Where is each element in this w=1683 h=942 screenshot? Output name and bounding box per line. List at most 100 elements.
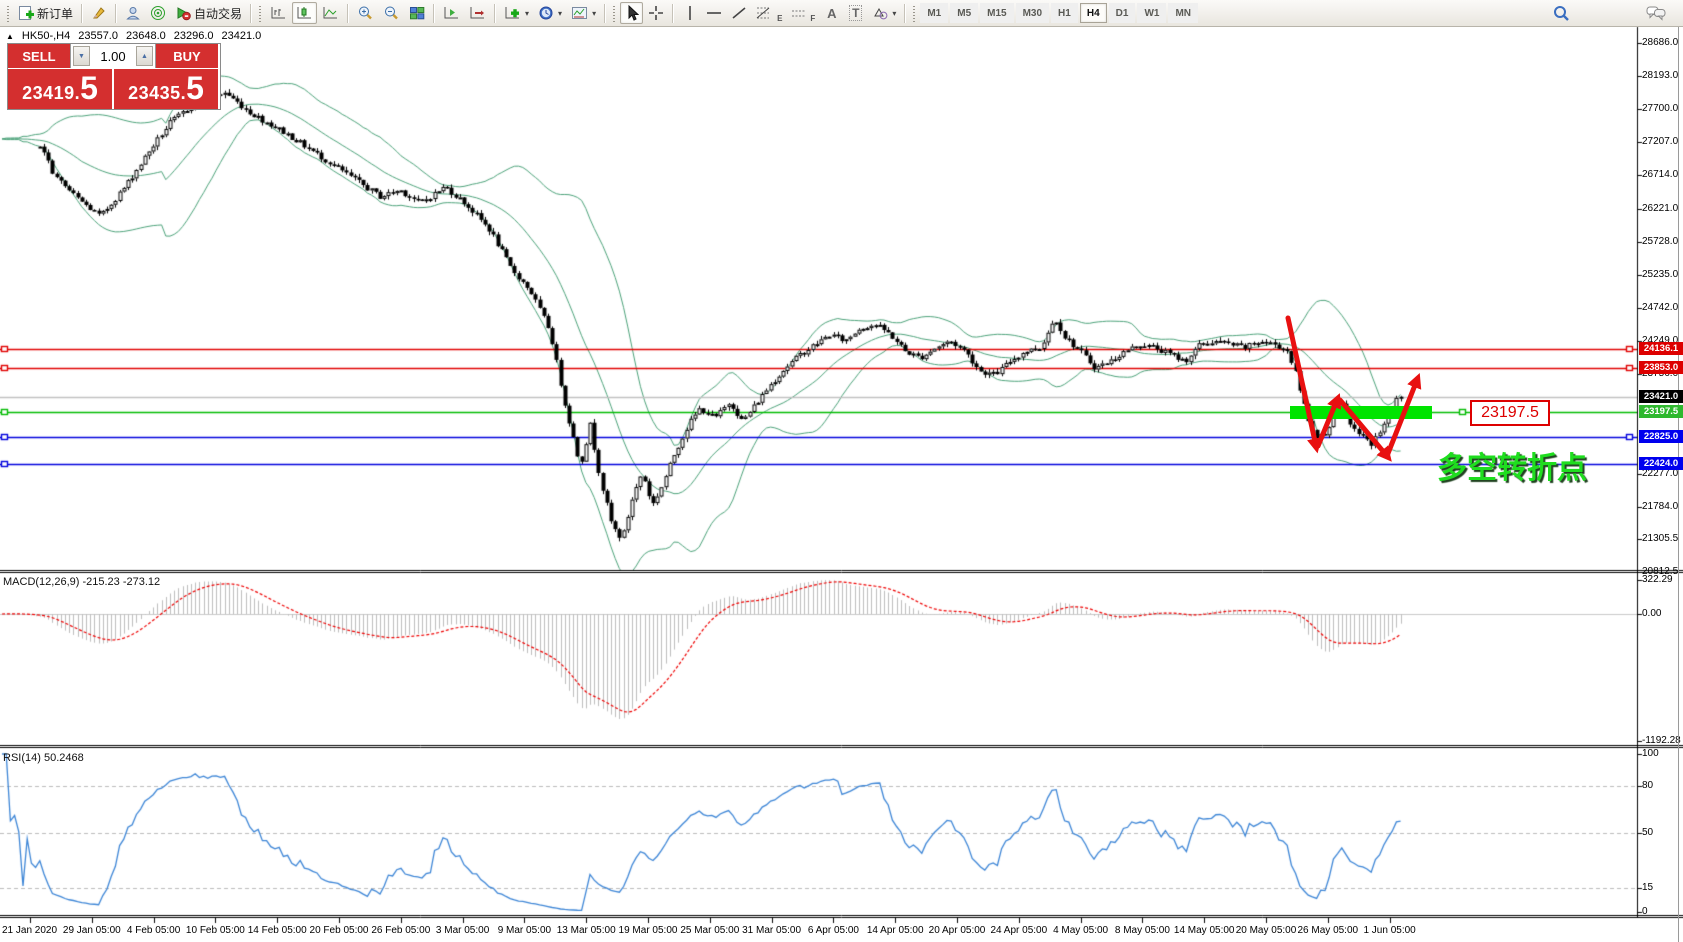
time-label: 26 May 05:00 (1297, 925, 1358, 936)
bar-high: 23648.0 (126, 30, 166, 42)
time-label: 24 Apr 05:00 (990, 925, 1047, 936)
timeframe-h4[interactable]: H4 (1080, 3, 1107, 23)
expert-advisor-icon (125, 5, 141, 21)
timeframe-m5[interactable]: M5 (950, 3, 978, 23)
search-button[interactable] (1548, 2, 1574, 24)
turning-point-note[interactable]: 多空转折点 (1437, 443, 1587, 487)
zigzag-arrows[interactable] (1270, 300, 1440, 485)
zoom-out-icon (383, 5, 400, 21)
text-tool[interactable]: A (820, 2, 843, 24)
bar-chart-button[interactable] (266, 2, 291, 24)
shapes-tool[interactable]: ▾ (868, 2, 900, 24)
periods-button[interactable]: ▾ (534, 2, 566, 24)
time-label: 14 Feb 05:00 (248, 925, 307, 936)
price-tick: 28686.0 (1642, 37, 1678, 48)
rsi-axis-label: 0 (1642, 906, 1648, 917)
rsi-axis-label: 80 (1642, 780, 1653, 791)
rsi-axis-label: 100 (1642, 748, 1659, 759)
candlestick-chart-icon (296, 5, 313, 21)
expert-advisors-button[interactable] (121, 2, 145, 24)
time-label: 9 Mar 05:00 (498, 925, 551, 936)
candlestick-chart-button[interactable] (292, 2, 317, 24)
toolbar-grip[interactable] (6, 4, 11, 22)
buy-button[interactable]: BUY (156, 44, 218, 68)
macd-axis-label: 0.00 (1642, 608, 1661, 619)
cursor-icon (625, 5, 639, 21)
arrow-up-2[interactable] (1387, 380, 1417, 456)
fibonacci-tool[interactable]: E (752, 2, 786, 24)
zoom-out-button[interactable] (379, 2, 404, 24)
new-order-button[interactable]: 新订单 (14, 2, 77, 24)
dropdown-caret: ▾ (592, 9, 596, 18)
channel-letter: F (810, 14, 815, 23)
timeframe-m1[interactable]: M1 (920, 3, 948, 23)
rsi-label: RSI(14) 50.2468 (3, 752, 84, 764)
timeframe-w1[interactable]: W1 (1137, 3, 1166, 23)
arrow-down-1[interactable] (1288, 318, 1316, 446)
signals-button[interactable] (146, 2, 170, 24)
bar-open: 23557.0 (78, 30, 118, 42)
horizontal-line-tool[interactable] (702, 2, 726, 24)
bar-close: 23421.0 (222, 30, 262, 42)
zoom-in-button[interactable] (353, 2, 378, 24)
volume-increase-button[interactable]: ▲ (136, 46, 153, 66)
price-tag: 22424.0 (1639, 457, 1683, 470)
timeframe-h1[interactable]: H1 (1051, 3, 1078, 23)
price-tick: 21784.0 (1642, 501, 1678, 512)
bar-low: 23296.0 (174, 30, 214, 42)
timeframe-d1[interactable]: D1 (1109, 3, 1136, 23)
autotrading-label: 自动交易 (194, 5, 242, 22)
chat-icon (1646, 5, 1666, 21)
toolbar-grip[interactable] (258, 4, 263, 22)
toolbar-grip[interactable] (612, 4, 617, 22)
dropdown-caret: ▾ (892, 9, 896, 18)
chart-autoscroll-button[interactable] (465, 2, 490, 24)
rsi-axis-label: 15 (1642, 882, 1653, 893)
price-tag: 22825.0 (1639, 430, 1683, 443)
one-click-trading-panel: SELL ▼ 1.00 ▲ BUY 23419.5 23435.5 (7, 43, 221, 110)
volume-decrease-button[interactable]: ▼ (73, 46, 90, 66)
chart-shift-button[interactable] (439, 2, 464, 24)
fibo-letter: E (777, 14, 782, 23)
price-tick: 27700.0 (1642, 103, 1678, 114)
timeframe-m30[interactable]: M30 (1016, 3, 1049, 23)
macd-axis-label: 322.29 (1642, 574, 1673, 585)
autotrading-button[interactable]: 自动交易 (171, 2, 246, 24)
vertical-line-tool[interactable] (678, 2, 701, 24)
crosshair-button[interactable] (644, 2, 668, 24)
text-label-tool[interactable]: T (844, 2, 867, 24)
chart-autoscroll-icon (469, 5, 486, 21)
channel-icon (791, 5, 807, 21)
indicators-button[interactable]: ▾ (500, 2, 533, 24)
signal-icon (150, 5, 166, 21)
arrow-down-2[interactable] (1340, 400, 1387, 456)
toolbar-grip[interactable] (912, 4, 917, 22)
volume-input[interactable]: 1.00 (92, 44, 134, 68)
channel-tool[interactable]: F (787, 2, 819, 24)
cursor-button[interactable] (620, 2, 643, 24)
line-chart-button[interactable] (318, 2, 343, 24)
sell-button[interactable]: SELL (8, 44, 70, 68)
time-label: 26 Feb 05:00 (371, 925, 430, 936)
timeframe-toolbar: M1M5M15M30H1H4D1W1MN (920, 3, 1198, 23)
time-label: 10 Feb 05:00 (186, 925, 245, 936)
time-label: 6 Apr 05:00 (808, 925, 859, 936)
crayon-button[interactable] (87, 2, 111, 24)
time-label: 14 May 05:00 (1174, 925, 1235, 936)
chat-button[interactable] (1642, 2, 1670, 24)
templates-button[interactable]: ▾ (567, 2, 600, 24)
tile-windows-button[interactable] (405, 2, 429, 24)
price-callout[interactable]: 23197.5 (1470, 400, 1550, 426)
buy-price[interactable]: 23435.5 (114, 69, 218, 109)
timeframe-m15[interactable]: M15 (980, 3, 1013, 23)
sell-price[interactable]: 23419.5 (8, 69, 112, 109)
time-label: 14 Apr 05:00 (867, 925, 924, 936)
price-tick: 28193.0 (1642, 70, 1678, 81)
timeframe-mn[interactable]: MN (1168, 3, 1198, 23)
time-label: 19 Mar 05:00 (619, 925, 678, 936)
time-label: 31 Mar 05:00 (742, 925, 801, 936)
trendline-tool[interactable] (727, 2, 751, 24)
arrow-up-1[interactable] (1318, 400, 1337, 446)
symbol-name: HK50-,H4 (22, 30, 70, 42)
price-tick: 21305.5 (1642, 533, 1678, 544)
